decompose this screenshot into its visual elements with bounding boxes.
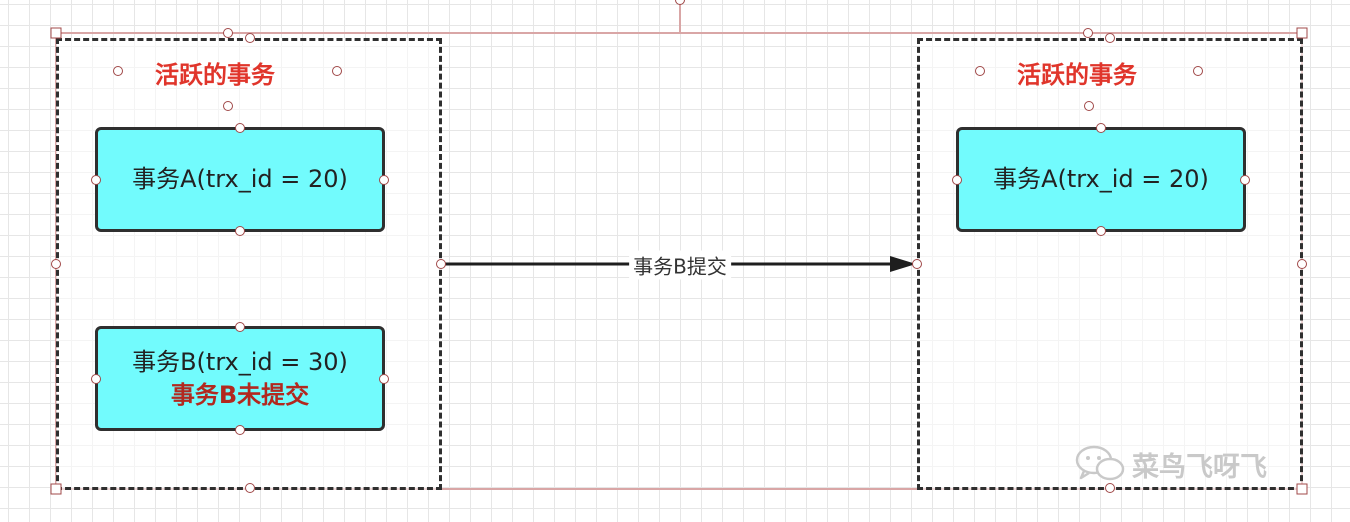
watermark-text: 菜鸟飞呀飞 [1132,451,1267,483]
left-tx-a-handle-right[interactable] [379,175,389,185]
right-group-handle-top[interactable] [1105,33,1115,43]
right-title-handle-right[interactable] [1193,66,1203,76]
left-group-handle-top[interactable] [245,33,255,43]
left-group-handle-top-2[interactable] [223,28,233,38]
left-tx-b-handle-top[interactable] [235,322,245,332]
right-group-handle-right[interactable] [1297,259,1307,269]
left-group-handle-right[interactable] [436,259,446,269]
right-tx-a-handle-left[interactable] [952,175,962,185]
left-tx-b-handle-bottom[interactable] [235,425,245,435]
resize-handle-bottom-left[interactable] [50,483,62,495]
right-tx-a-handle-right[interactable] [1240,175,1250,185]
right-group-handle-bottom[interactable] [1105,483,1115,493]
commit-arrow-label: 事务B提交 [629,250,731,280]
wechat-icon [1075,445,1125,481]
right-title-handle-left[interactable] [975,66,985,76]
right-tx-a-handle-top[interactable] [1096,123,1106,133]
resize-handle-top-left[interactable] [50,27,62,39]
left-tx-a-handle-bottom[interactable] [235,226,245,236]
left-tx-b-handle-left[interactable] [91,374,101,384]
left-title-handle-right[interactable] [332,66,342,76]
resize-handle-top-right[interactable] [1296,27,1308,39]
left-tx-b-handle-right[interactable] [379,374,389,384]
right-title-handle-bottom[interactable] [1084,101,1094,111]
right-group-handle-top-2[interactable] [1083,28,1093,38]
left-group-handle-bottom[interactable] [245,483,255,493]
resize-handle-bottom-right[interactable] [1296,483,1308,495]
left-tx-a-handle-left[interactable] [91,175,101,185]
watermark: 菜鸟飞呀飞 [1074,444,1267,484]
left-title-handle-bottom[interactable] [223,101,233,111]
left-group-handle-left[interactable] [51,259,61,269]
right-tx-a-handle-bottom[interactable] [1096,226,1106,236]
right-group-handle-left[interactable] [912,259,922,269]
left-title-handle-left[interactable] [113,66,123,76]
left-tx-a-handle-top[interactable] [235,123,245,133]
